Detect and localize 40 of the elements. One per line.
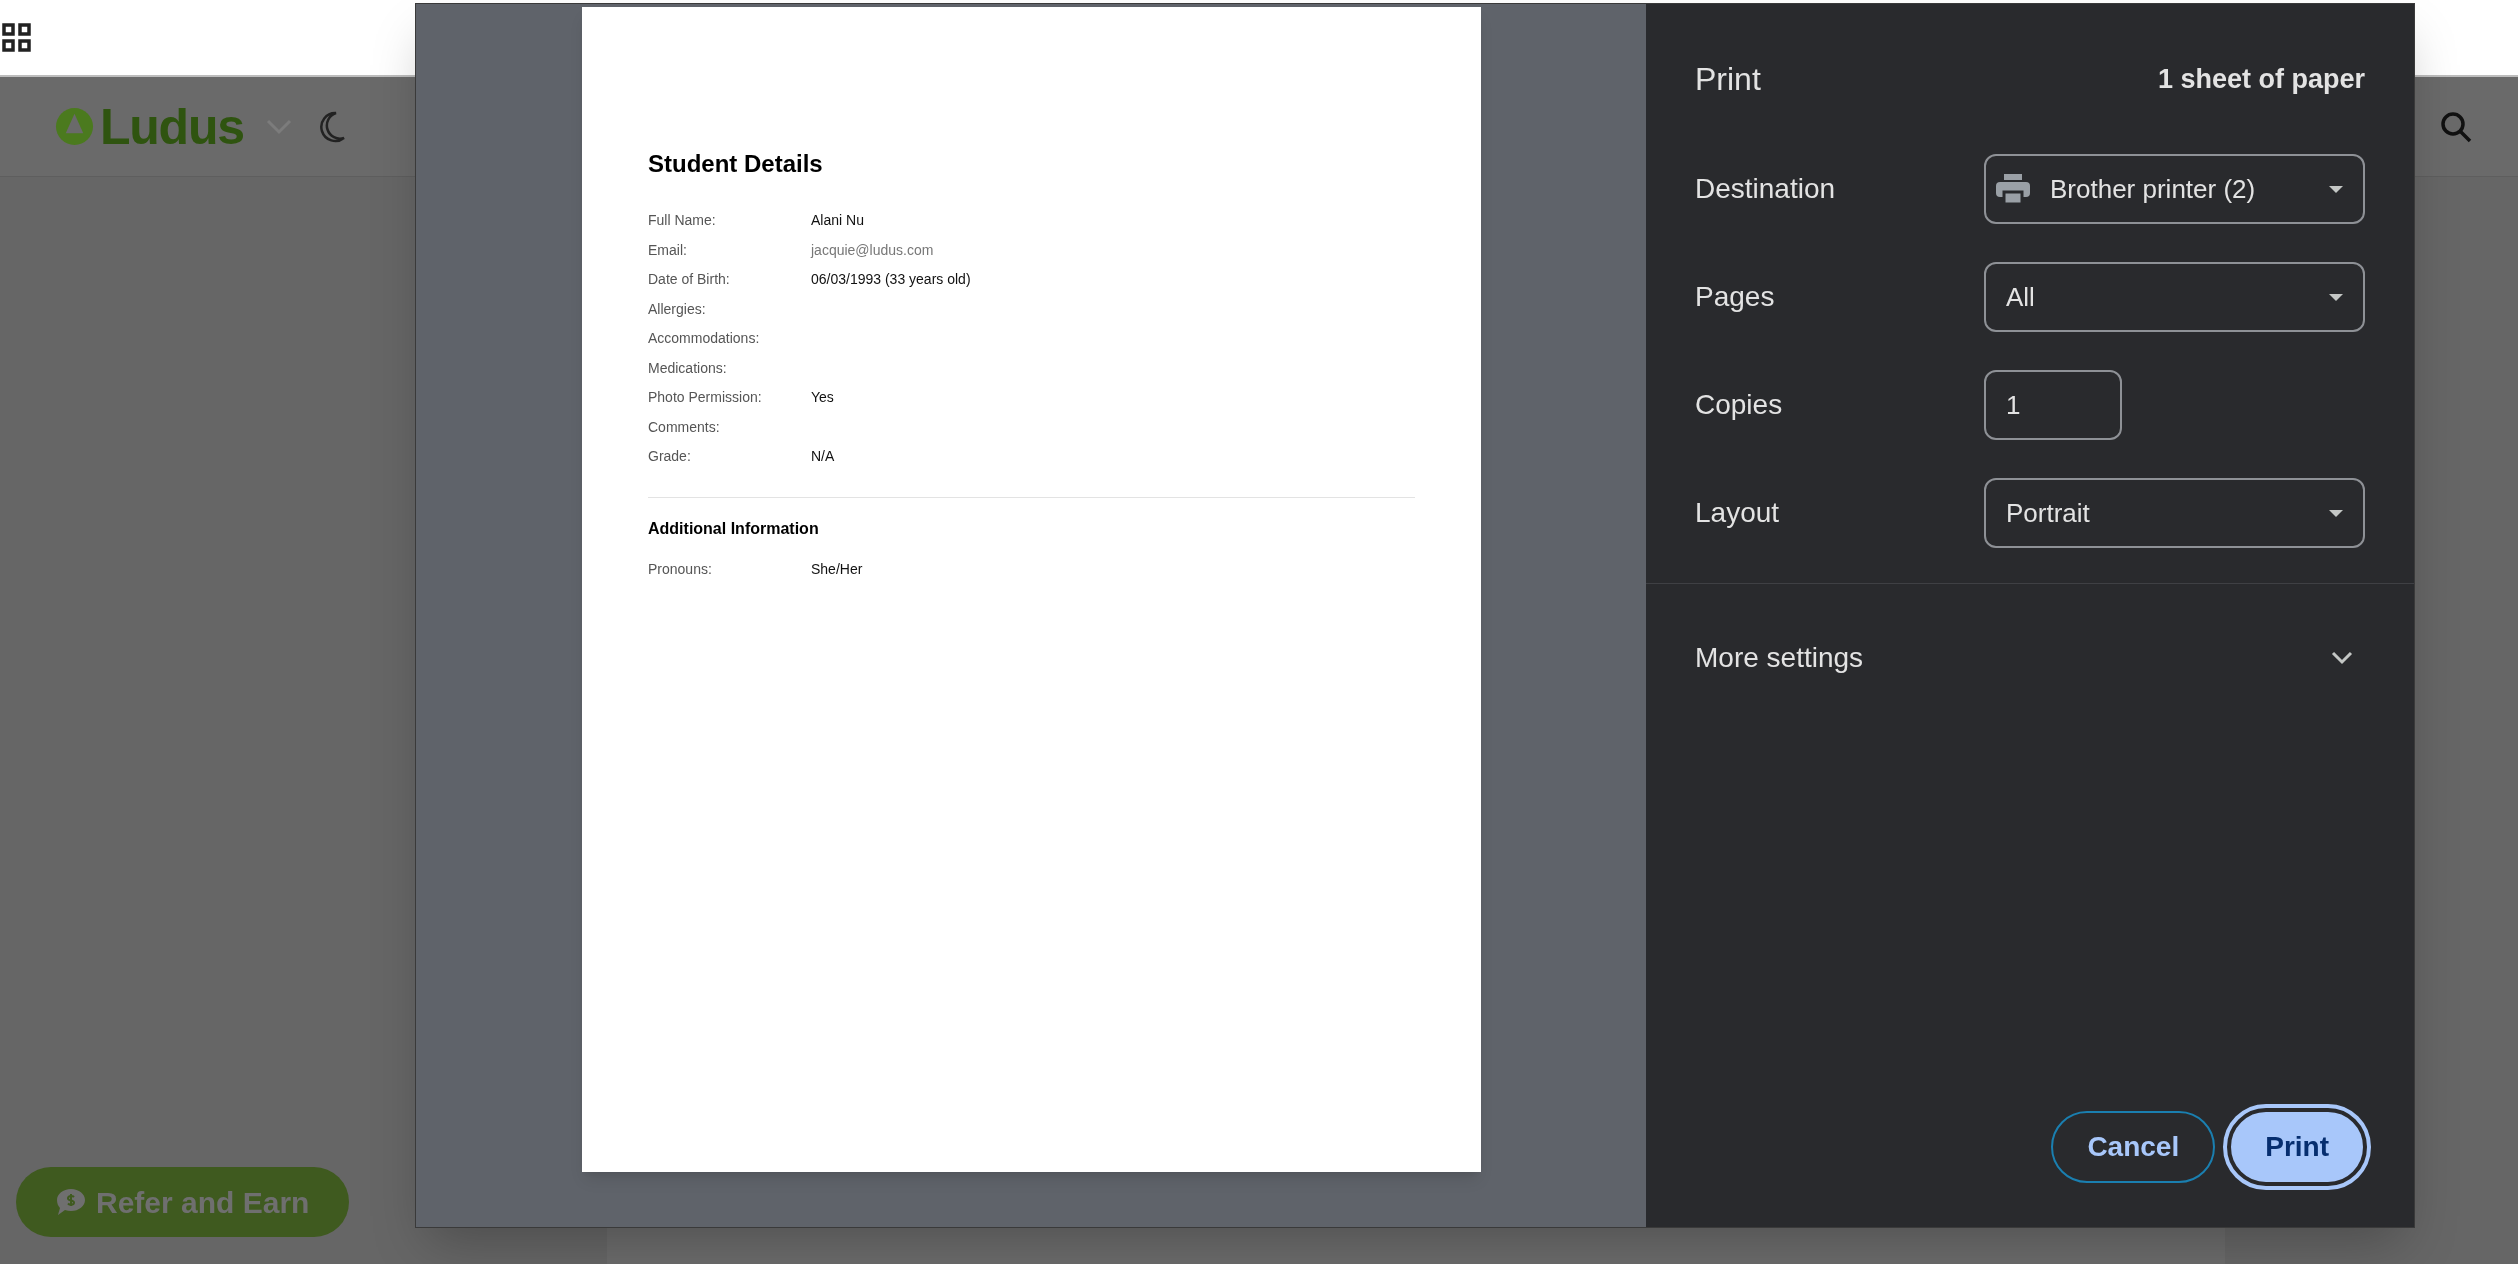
input-field[interactable]: 1 — [1984, 370, 2122, 440]
document-title: Student Details — [648, 152, 824, 176]
dropdown-arrow-icon — [2329, 185, 2343, 193]
field-label: Medications: — [648, 358, 728, 378]
field-label: Grade: — [648, 447, 692, 467]
field-value: 06/03/1993 (33 years old) — [811, 270, 971, 290]
dialog-title: Print — [1695, 60, 1761, 99]
field-value: N/A — [811, 447, 835, 467]
field-label: Comments: — [648, 417, 721, 437]
field-label: Email: — [648, 240, 688, 260]
grid-icon[interactable] — [2, 23, 31, 52]
logo-icon — [55, 107, 94, 146]
cancel-button[interactable]: Cancel — [2051, 1111, 2216, 1183]
printer-icon — [1996, 174, 2030, 204]
setting-label: Copies — [1695, 388, 1784, 422]
field-label: Date of Birth: — [648, 270, 731, 290]
dropdown-field[interactable]: All — [1984, 262, 2365, 332]
field-label: Photo Permission: — [648, 388, 763, 408]
moon-icon[interactable] — [317, 110, 346, 143]
dropdown-arrow-icon — [2329, 293, 2343, 301]
field-value: She/Her — [811, 559, 863, 579]
field-value: Alani Nu — [811, 211, 864, 231]
field-value: Yes — [811, 388, 834, 408]
dropdown-arrow-icon — [2329, 509, 2343, 517]
speech-bubble-icon — [56, 1188, 86, 1216]
search-icon[interactable] — [2440, 110, 2472, 143]
field-label: Accommodations: — [648, 329, 761, 349]
sheet-count: 1 sheet of paper — [2157, 63, 2365, 96]
setting-label: Destination — [1695, 172, 1837, 206]
field-label: Pronouns: — [648, 559, 713, 579]
field-label: Allergies: — [648, 299, 707, 319]
dropdown-field[interactable]: Portrait — [1984, 478, 2365, 548]
field-label: Full Name: — [648, 211, 717, 231]
field-value: jacquie@ludus.com — [811, 240, 934, 260]
section-title: Additional Information — [648, 518, 820, 539]
more-settings-toggle[interactable]: More settings — [1695, 628, 2365, 688]
setting-label: Pages — [1695, 280, 1776, 314]
setting-label: Layout — [1695, 496, 1781, 530]
dropdown-field[interactable]: Brother printer (2) — [1984, 154, 2365, 224]
chevron-down-icon — [2331, 651, 2353, 665]
